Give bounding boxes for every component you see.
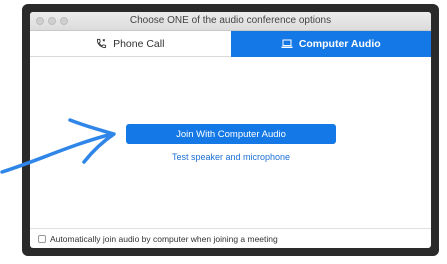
annotation-arrow-icon — [0, 118, 116, 174]
